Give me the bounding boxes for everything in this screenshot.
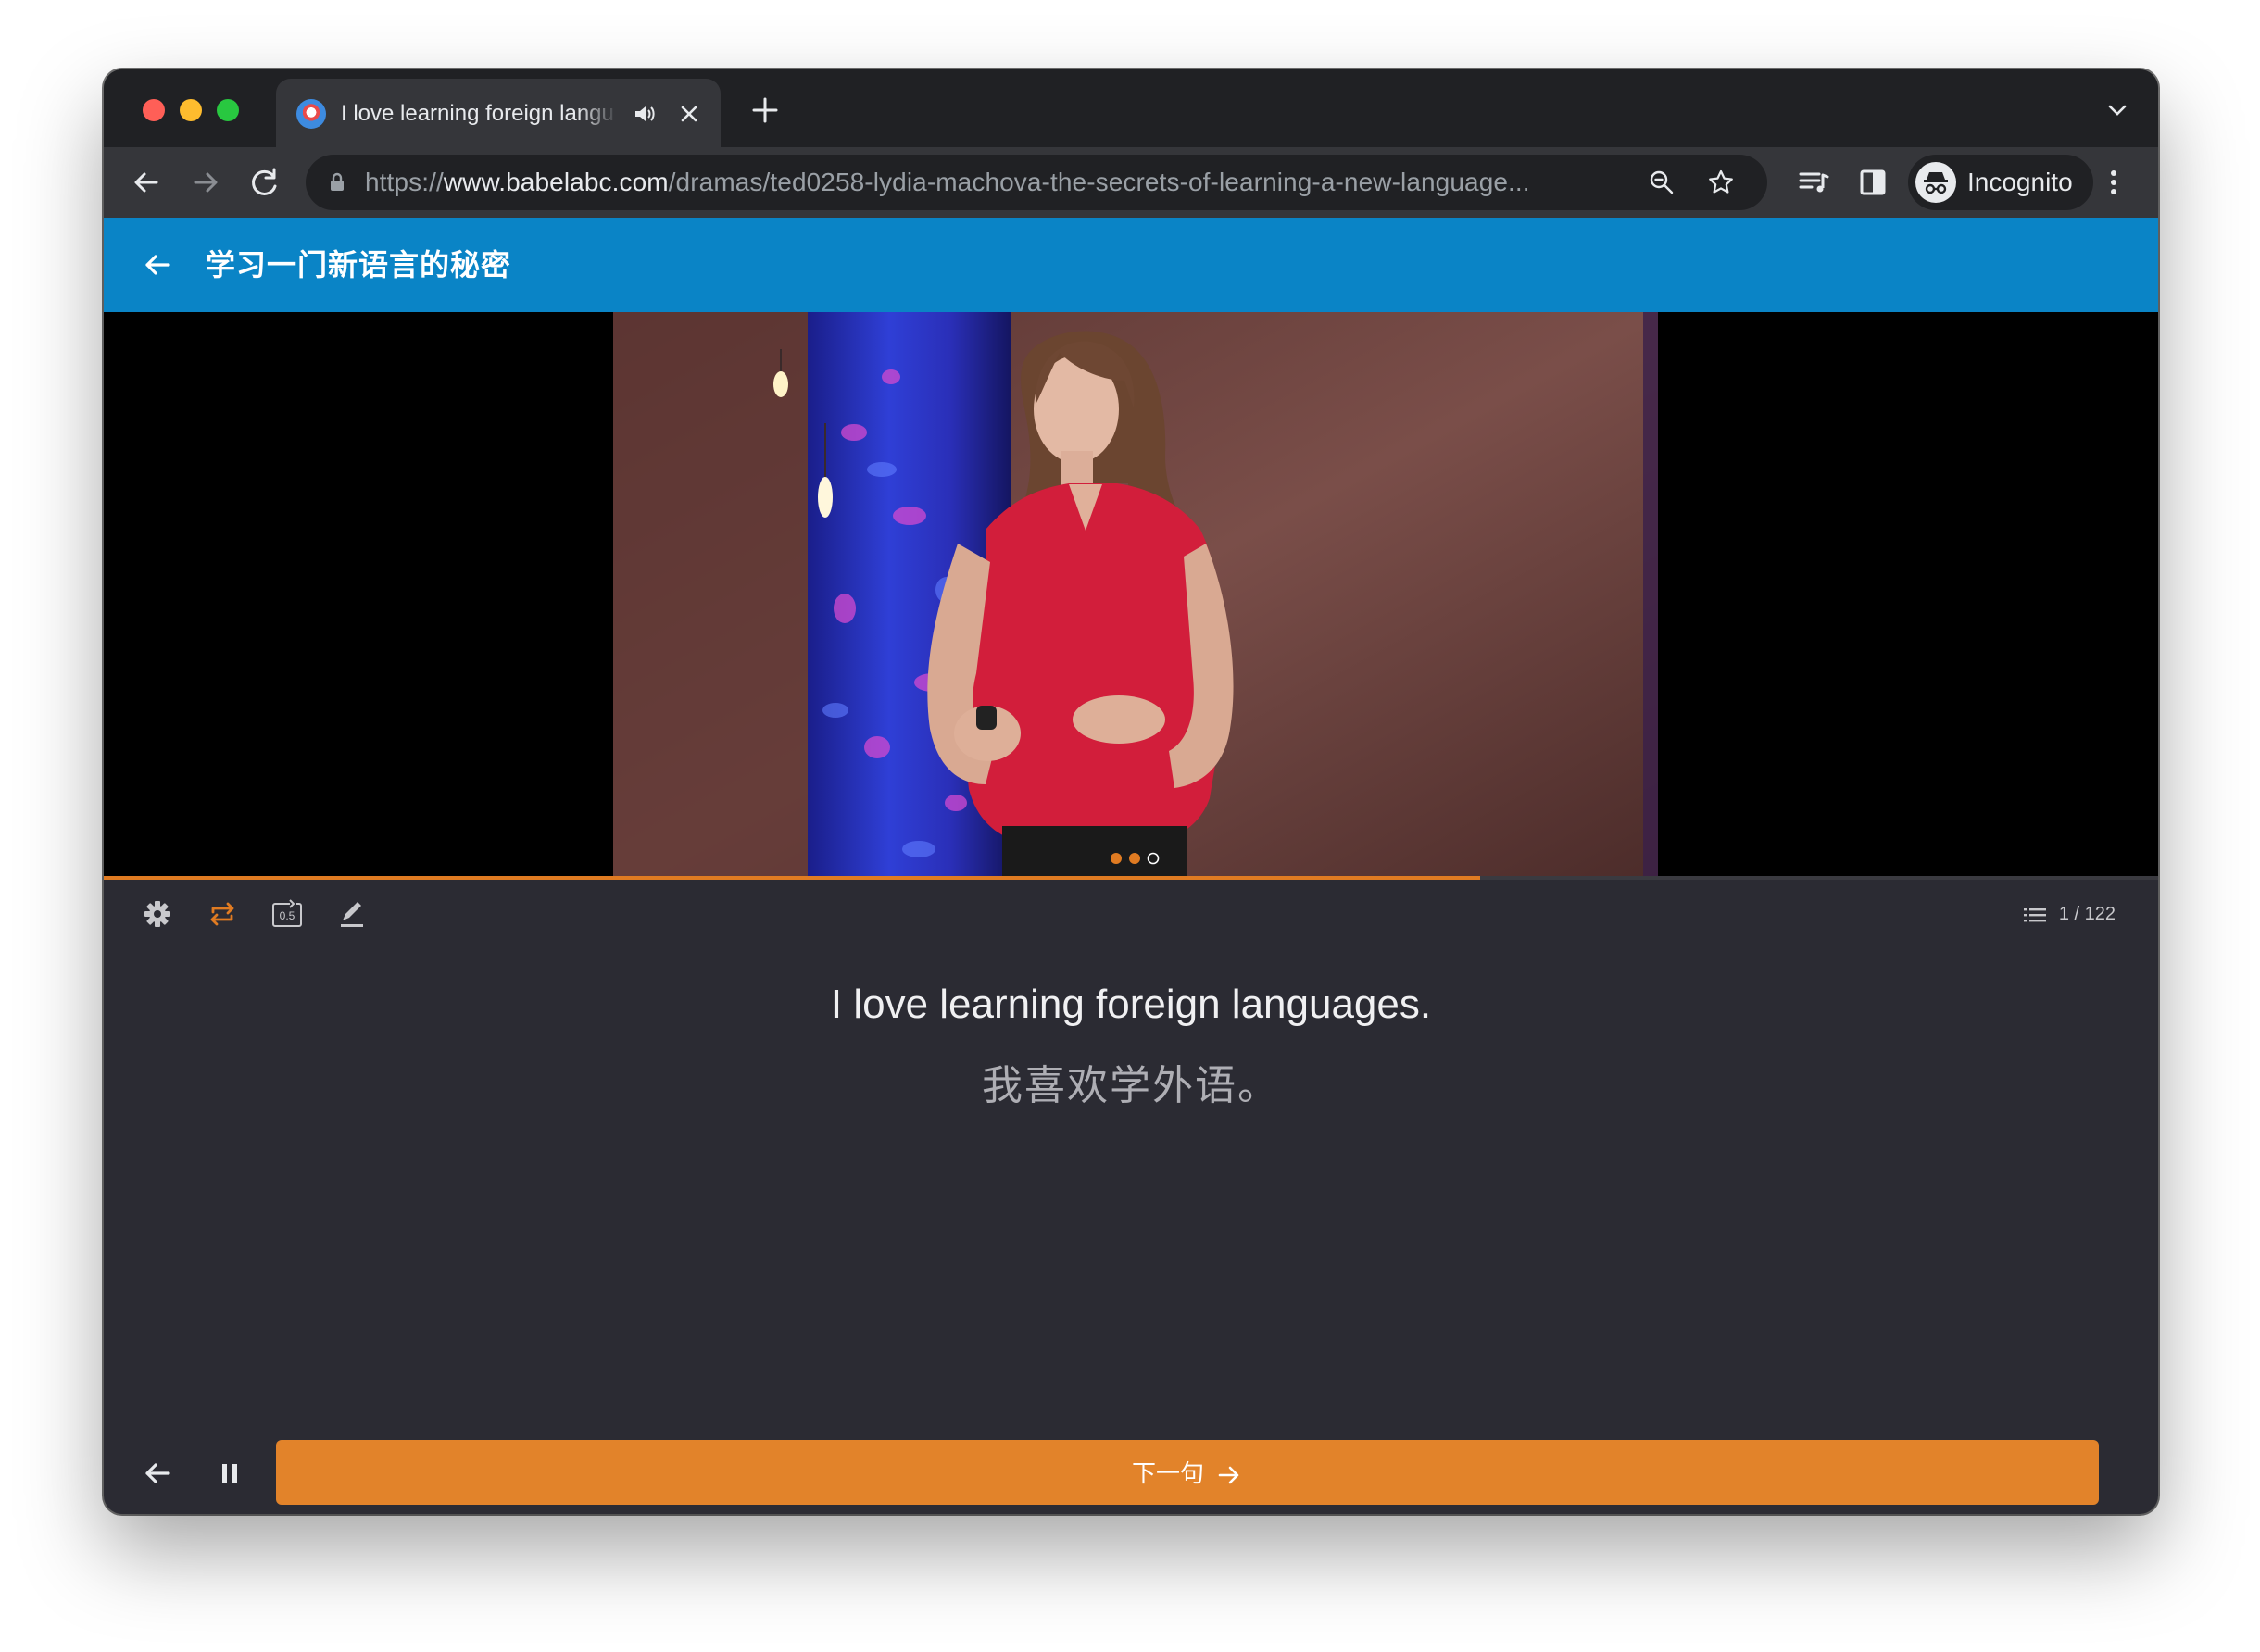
url-text[interactable]: https://www.babelabc.com/dramas/ted0258-… <box>365 155 1530 210</box>
app-header: 学习一门新语言的秘密 <box>104 218 2158 312</box>
url-host: www.babelabc.com <box>443 168 669 196</box>
previous-sentence-button[interactable] <box>139 1455 176 1492</box>
minimize-window-button[interactable] <box>180 99 202 121</box>
pause-icon <box>222 1464 237 1483</box>
address-bar[interactable]: https://www.babelabc.com/dramas/ted0258-… <box>306 155 1767 210</box>
incognito-label: Incognito <box>1967 168 2073 196</box>
maximize-window-button[interactable] <box>217 99 239 121</box>
kebab-icon[interactable] <box>2095 164 2132 201</box>
zoom-icon[interactable] <box>1647 168 1676 197</box>
repeat-icon[interactable] <box>204 895 241 932</box>
reload-icon[interactable] <box>246 164 283 201</box>
video-player[interactable] <box>104 312 2158 880</box>
page-title: 学习一门新语言的秘密 <box>206 248 512 282</box>
forward-icon[interactable] <box>187 164 224 201</box>
sentence-counter[interactable]: 1 / 122 <box>2023 895 2116 932</box>
sidepanel-icon[interactable] <box>1854 164 1891 201</box>
back-icon[interactable] <box>128 164 165 201</box>
subtitle-english: I love learning foreign languages. <box>830 982 1432 1027</box>
browser-toolbar: https://www.babelabc.com/dramas/ted0258-… <box>104 147 2158 218</box>
browser-window: I love learning foreign langu https://ww… <box>104 69 2158 1514</box>
video-frame <box>613 312 1658 877</box>
star-icon[interactable] <box>1706 168 1736 197</box>
url-path: /dramas/ted0258-lydia-machova-the-secret… <box>668 168 1530 196</box>
close-window-button[interactable] <box>143 99 165 121</box>
sentence-counter-text: 1 / 122 <box>2058 904 2116 924</box>
back-icon[interactable] <box>139 246 176 283</box>
edit-icon[interactable] <box>333 895 370 932</box>
speed-label: 0.5 <box>280 909 295 922</box>
url-scheme: https:// <box>365 168 444 196</box>
video-progress-bar[interactable] <box>104 876 2158 880</box>
carousel-dots <box>1107 849 1162 868</box>
next-sentence-label: 下一句 <box>1131 1459 1204 1487</box>
tab-close-icon[interactable] <box>674 99 704 129</box>
tab-title: I love learning foreign langu <box>341 101 614 126</box>
pause-button[interactable] <box>211 1455 248 1492</box>
subtitle-chinese: 我喜欢学外语。 <box>982 1063 1280 1108</box>
tab-audio-icon[interactable] <box>632 101 658 127</box>
next-sentence-button[interactable]: 下一句 <box>276 1440 2099 1505</box>
arrow-right-icon <box>1215 1461 1243 1489</box>
media-icon[interactable] <box>1795 164 1832 201</box>
tab-strip: I love learning foreign langu <box>104 69 2158 147</box>
lock-icon[interactable] <box>326 171 348 194</box>
video-progress-fill <box>104 876 1481 880</box>
tab-active[interactable]: I love learning foreign langu <box>276 79 721 147</box>
speed-icon[interactable]: 0.5 <box>269 895 306 932</box>
incognito-profile-button[interactable]: Incognito <box>1908 155 2093 210</box>
site-favicon-icon <box>296 99 326 129</box>
new-tab-icon[interactable] <box>747 92 784 129</box>
tab-search-chevron-icon[interactable] <box>2103 95 2132 125</box>
settings-icon[interactable] <box>139 895 176 932</box>
list-icon <box>2023 906 2046 924</box>
incognito-icon <box>1915 162 1956 203</box>
back-icon <box>145 1463 170 1483</box>
